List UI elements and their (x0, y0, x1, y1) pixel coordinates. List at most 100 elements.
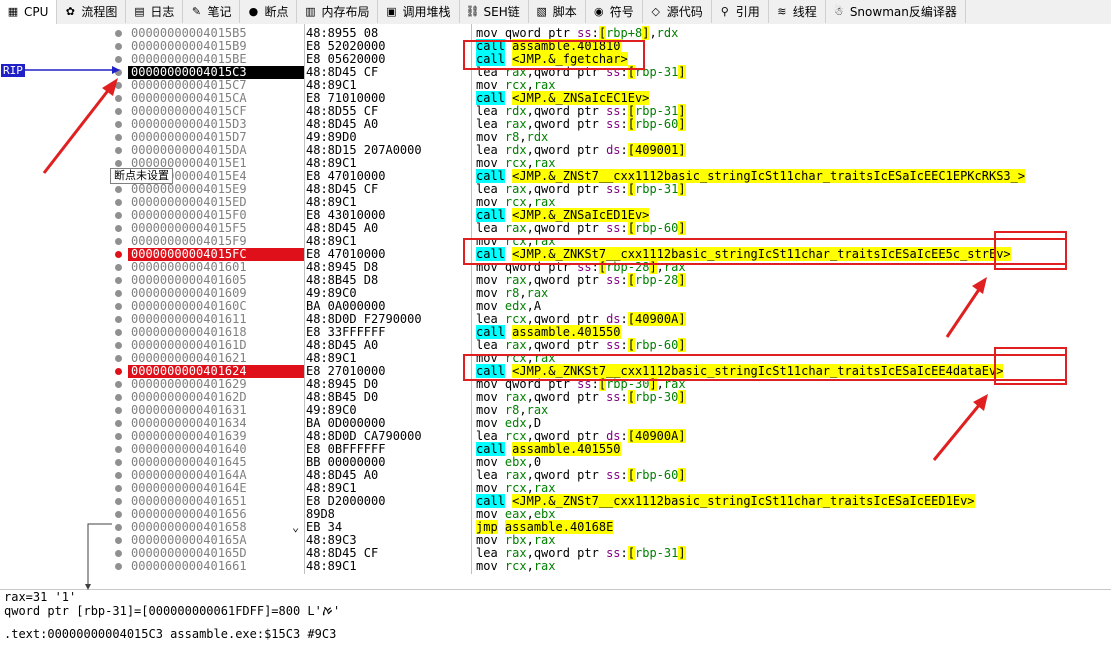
instruction-token: mov (476, 455, 505, 469)
source-icon: ◇ (651, 4, 660, 18)
breakpoint-toggle-icon[interactable] (115, 550, 122, 557)
breakpoint-toggle-icon[interactable] (115, 82, 122, 89)
breakpoint-toggle-icon[interactable] (115, 316, 122, 323)
breakpoint-toggle-icon[interactable] (115, 199, 122, 206)
instruction-token: ss (606, 182, 621, 196)
instruction-token: , (526, 156, 534, 170)
breakpoint-toggle-icon[interactable] (115, 43, 122, 50)
breakpoint-toggle-icon[interactable] (115, 69, 122, 76)
instruction-token: mov (476, 507, 505, 521)
breakpoint-toggle-icon[interactable] (115, 121, 122, 128)
breakpoint-toggle-icon[interactable] (115, 264, 122, 271)
instruction-token: r8 (504, 130, 520, 144)
row-instruction: mov r8,rax (476, 287, 1111, 300)
instruction-token: rax (504, 546, 527, 560)
instruction-token: <JMP.&_ZNSaIcEC1Ev> (512, 91, 650, 105)
breakpoint-toggle-icon[interactable] (115, 485, 122, 492)
breakpoint-toggle-icon[interactable] (115, 160, 122, 167)
breakpoint-toggle-icon[interactable] (115, 511, 122, 518)
tab-threads[interactable]: ≋ 线程 (769, 0, 826, 23)
tab-notes[interactable]: ✎ 笔记 (183, 0, 241, 23)
tab-source[interactable]: ◇ 源代码 (643, 0, 712, 23)
breakpoint-toggle-icon[interactable] (115, 329, 122, 336)
instruction-token: lea (476, 182, 505, 196)
tab-label: 源代码 (666, 5, 703, 19)
jump-marker-icon: ⌄ (292, 520, 300, 534)
instruction-token: [ (627, 312, 635, 326)
breakpoint-toggle-icon[interactable] (115, 277, 122, 284)
instruction-token: rbp-60 (635, 468, 679, 482)
tab-call-stack[interactable]: ▣ 调用堆栈 (378, 0, 460, 23)
breakpoint-toggle-icon[interactable] (115, 30, 122, 37)
instruction-token: ss (606, 338, 621, 352)
instruction-token: mov (476, 130, 505, 144)
instruction-token: ] (678, 273, 686, 287)
breakpoint-toggle-icon[interactable] (115, 563, 122, 570)
breakpoint-dot-icon[interactable] (115, 368, 122, 375)
disasm-row[interactable]: 0000000000401661 48:89C1 mov rcx,rax (0, 560, 1111, 573)
instruction-token: , (519, 286, 527, 300)
instruction-token: [ (627, 221, 635, 235)
breakpoint-dot-icon[interactable] (115, 251, 122, 258)
disassembly-pane[interactable]: RIP 00000000004015B5 48:8955 08 mov qword … (0, 24, 1111, 574)
breakpoint-toggle-icon[interactable] (115, 446, 122, 453)
instruction-token: ss (606, 273, 621, 287)
breakpoint-toggle-icon[interactable] (115, 433, 122, 440)
tab-label: 笔记 (207, 5, 232, 19)
tab-snowman[interactable]: ☃ Snowman反编译器 (826, 0, 966, 23)
breakpoint-toggle-icon[interactable] (115, 394, 122, 401)
instruction-token: rdx (504, 143, 527, 157)
tab-label: 日志 (150, 5, 175, 19)
breakpoint-toggle-icon[interactable] (115, 95, 122, 102)
instruction-token: mov (476, 481, 505, 495)
breakpoint-toggle-icon[interactable] (115, 238, 122, 245)
breakpoint-toggle-icon[interactable] (115, 212, 122, 219)
tab-references[interactable]: ⚲ 引用 (712, 0, 769, 23)
tab-seh[interactable]: ⛓ SEH链 (460, 0, 529, 23)
tab-script[interactable]: ▧ 脚本 (529, 0, 586, 23)
tab-cpu[interactable]: ▦ CPU (0, 0, 58, 24)
breakpoint-toggle-icon[interactable] (115, 290, 122, 297)
instruction-token: <JMP.&_ZNSt7__cxx1112basic_stringIcSt11c… (512, 169, 1026, 183)
breakpoint-tooltip: 断点未设置 (110, 168, 173, 184)
row-instruction: call assamble.401550 (476, 442, 1111, 456)
breakpoint-toggle-icon[interactable] (115, 134, 122, 141)
breakpoint-toggle-icon[interactable] (115, 342, 122, 349)
instruction-token: assamble.401550 (512, 325, 621, 339)
instruction-token: call (476, 169, 505, 183)
instruction-token: mov (476, 286, 505, 300)
row-instruction: lea rax,qword ptr ss:[rbp-31] (476, 546, 1111, 560)
breakpoint-toggle-icon[interactable] (115, 420, 122, 427)
breakpoint-toggle-icon[interactable] (115, 472, 122, 479)
instruction-token: rax (533, 481, 556, 495)
instruction-token: mov (476, 78, 505, 92)
instruction-token: ] (678, 338, 686, 352)
instruction-token: lea (476, 468, 505, 482)
instruction-token: ] (678, 104, 686, 118)
breakpoint-toggle-icon[interactable] (115, 225, 122, 232)
instruction-token: ,qword ptr (526, 143, 607, 157)
instruction-token: mov qword ptr (476, 26, 578, 40)
breakpoint-toggle-icon[interactable] (115, 56, 122, 63)
breakpoint-toggle-icon[interactable] (115, 108, 122, 115)
tab-memory-map[interactable]: ▥ 内存布局 (297, 0, 379, 23)
instruction-token: ebx (533, 507, 556, 521)
tab-log[interactable]: ▤ 日志 (126, 0, 184, 23)
breakpoint-toggle-icon[interactable] (115, 524, 122, 531)
instruction-token: [ (627, 468, 635, 482)
instruction-token: rax (504, 221, 527, 235)
breakpoint-toggle-icon[interactable] (115, 381, 122, 388)
annotation-box-fgetchar (463, 40, 645, 70)
breakpoint-toggle-icon[interactable] (115, 537, 122, 544)
tab-breakpoint[interactable]: ● 断点 (240, 0, 298, 23)
tab-symbols[interactable]: ◉ 符号 (586, 0, 643, 23)
breakpoint-toggle-icon[interactable] (115, 355, 122, 362)
breakpoint-toggle-icon[interactable] (115, 186, 122, 193)
tab-graph[interactable]: ✿ 流程图 (57, 0, 127, 23)
breakpoint-toggle-icon[interactable] (115, 147, 122, 154)
breakpoint-toggle-icon[interactable] (115, 498, 122, 505)
instruction-token: lea (476, 312, 505, 326)
breakpoint-toggle-icon[interactable] (115, 303, 122, 310)
breakpoint-toggle-icon[interactable] (115, 407, 122, 414)
breakpoint-toggle-icon[interactable] (115, 459, 122, 466)
